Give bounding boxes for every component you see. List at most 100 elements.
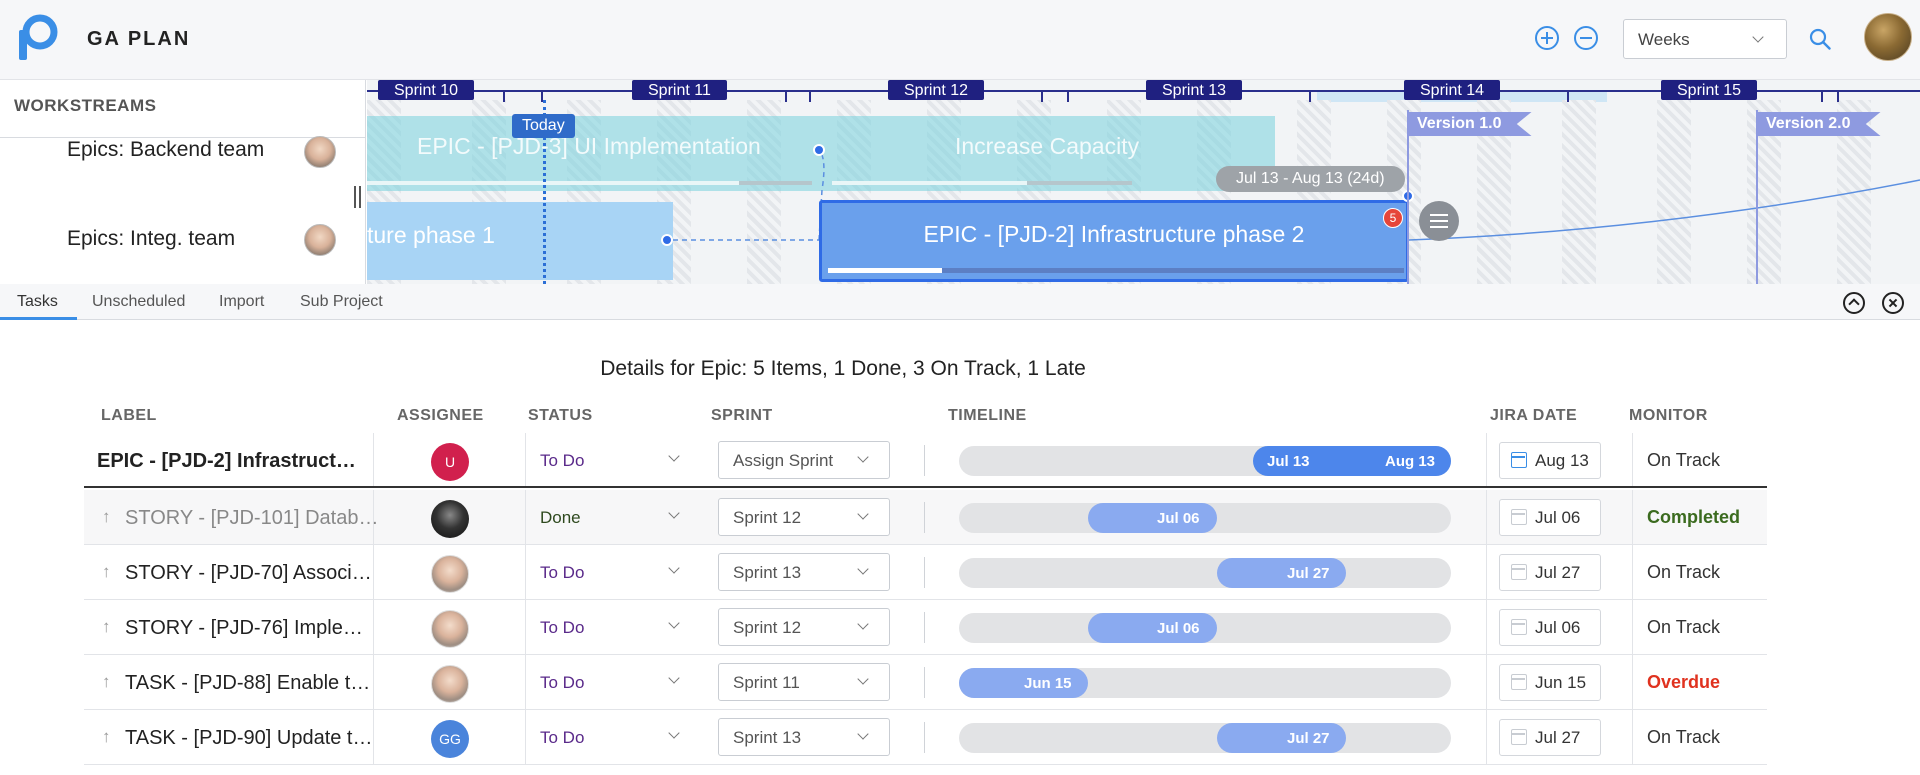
avatar[interactable]	[431, 555, 469, 593]
item-label[interactable]: EPIC - [PJD-2] Infrastruct…	[97, 450, 356, 473]
connector-dot[interactable]	[813, 144, 825, 156]
sprint-select[interactable]: Sprint 12	[718, 608, 890, 646]
status-value[interactable]: To Do	[540, 618, 584, 638]
table-row[interactable]: ↑ STORY - [PJD-101] Datab… Done Sprint 1…	[84, 490, 1767, 545]
column-header-timeline[interactable]: TIMELINE	[948, 407, 1027, 425]
table-row[interactable]: EPIC - [PJD-2] Infrastruct… U To Do Assi…	[84, 433, 1767, 488]
close-panel-icon[interactable]	[1882, 292, 1904, 314]
jira-date-field[interactable]: Jul 27	[1499, 719, 1601, 756]
avatar[interactable]	[431, 665, 469, 703]
zoom-in-icon[interactable]	[1535, 26, 1559, 50]
monitor-status: On Track	[1647, 727, 1721, 747]
table-row[interactable]: ↑ TASK - [PJD-88] Enable t… To Do Sprint…	[84, 655, 1767, 710]
sprint-select[interactable]: Sprint 13	[718, 718, 890, 756]
chevron-down-icon[interactable]	[668, 672, 680, 684]
today-badge[interactable]: Today	[512, 114, 575, 138]
divider	[924, 445, 925, 476]
timeline-bar[interactable]: Jul 06	[1088, 503, 1217, 533]
jira-date-value: Jul 27	[1535, 728, 1581, 747]
avatar[interactable]	[304, 136, 336, 168]
item-label[interactable]: STORY - [PJD-70] Associ…	[125, 562, 372, 585]
column-header-jira-date[interactable]: JIRA DATE	[1490, 407, 1577, 425]
table-row[interactable]: ↑ TASK - [PJD-90] Update t… GG To Do Spr…	[84, 710, 1767, 765]
timeline-start-label: Jul 27	[1287, 730, 1330, 747]
timeline-bar[interactable]: Jun 15	[959, 668, 1088, 698]
item-label[interactable]: STORY - [PJD-76] Imple…	[125, 617, 363, 640]
column-header-status[interactable]: STATUS	[528, 407, 593, 425]
epic-bar-infrastructure-phase-2[interactable]: EPIC - [PJD-2] Infrastructure phase 2	[819, 200, 1409, 282]
bottom-panel-tabs: Tasks Unscheduled Import Sub Project	[0, 284, 1920, 320]
avatar[interactable]	[304, 224, 336, 256]
sprint-value: Sprint 12	[733, 618, 802, 637]
timeline-bar[interactable]: Jul 13 Aug 13	[1253, 446, 1451, 476]
tab-import[interactable]: Import	[219, 293, 264, 311]
sprint-select[interactable]: Sprint 12	[718, 498, 890, 536]
chevron-down-icon[interactable]	[668, 562, 680, 574]
timescale-select[interactable]: Weeks	[1623, 19, 1787, 59]
jira-date-field[interactable]: Jul 27	[1499, 554, 1601, 591]
version-tag[interactable]: Version 2.0	[1758, 112, 1881, 136]
avatar[interactable]: GG	[431, 720, 469, 758]
connector-dot[interactable]	[661, 234, 673, 246]
status-value[interactable]: To Do	[540, 728, 584, 748]
timeline-bar[interactable]: Jul 06	[1088, 613, 1217, 643]
workstream-row-label[interactable]: Epics: Backend team	[67, 138, 264, 162]
column-header-sprint[interactable]: SPRINT	[711, 407, 773, 425]
sprint-value: Assign Sprint	[733, 451, 834, 470]
column-resize-handle[interactable]	[354, 186, 361, 208]
app-header: GA PLAN Weeks	[0, 0, 1920, 80]
child-link-icon: ↑	[102, 617, 111, 636]
calendar-icon	[1511, 564, 1527, 580]
timeline-start-label: Jul 13	[1267, 453, 1310, 470]
chevron-down-icon[interactable]	[668, 507, 680, 519]
collapse-panel-icon[interactable]	[1843, 292, 1865, 314]
chevron-down-icon[interactable]	[668, 450, 680, 462]
version-tag[interactable]: Version 1.0	[1409, 112, 1532, 136]
divider	[924, 667, 925, 698]
tab-tasks[interactable]: Tasks	[17, 293, 58, 311]
sprint-select[interactable]: Assign Sprint	[718, 441, 890, 479]
item-label[interactable]: TASK - [PJD-88] Enable t…	[125, 672, 370, 695]
timeline-track: Jul 27	[959, 558, 1451, 588]
status-value[interactable]: To Do	[540, 563, 584, 583]
avatar[interactable]	[431, 500, 469, 538]
column-header-monitor[interactable]: MONITOR	[1629, 407, 1708, 425]
timeline-bar[interactable]: Jul 27	[1217, 723, 1346, 753]
status-value[interactable]: Done	[540, 508, 581, 528]
jira-date-field[interactable]: Jul 06	[1499, 609, 1601, 646]
table-row[interactable]: ↑ STORY - [PJD-76] Imple… To Do Sprint 1…	[84, 600, 1767, 655]
column-header-assignee[interactable]: ASSIGNEE	[397, 407, 484, 425]
item-label[interactable]: TASK - [PJD-90] Update t…	[125, 727, 373, 750]
tab-sub-project[interactable]: Sub Project	[300, 293, 383, 311]
version-line	[1407, 110, 1409, 284]
avatar[interactable]: U	[431, 443, 469, 481]
tab-unscheduled[interactable]: Unscheduled	[92, 293, 185, 311]
chevron-down-icon[interactable]	[668, 727, 680, 739]
item-label[interactable]: STORY - [PJD-101] Datab…	[125, 507, 378, 530]
workstream-row-label[interactable]: Epics: Integ. team	[67, 227, 235, 251]
workstreams-column: WORKSTREAMS Epics: Backend team Epics: I…	[0, 80, 366, 284]
search-icon[interactable]	[1809, 28, 1831, 50]
jira-date-field[interactable]: Aug 13	[1499, 442, 1601, 479]
status-value[interactable]: To Do	[540, 673, 584, 693]
zoom-out-icon[interactable]	[1574, 26, 1598, 50]
column-header-label[interactable]: LABEL	[101, 407, 157, 425]
monitor-status: On Track	[1647, 562, 1721, 582]
sprint-select[interactable]: Sprint 13	[718, 553, 890, 591]
chevron-down-icon[interactable]	[668, 617, 680, 629]
logo-icon[interactable]	[16, 14, 58, 62]
list-icon[interactable]	[1419, 201, 1459, 241]
status-value[interactable]: To Do	[540, 451, 584, 471]
child-link-icon: ↑	[102, 672, 111, 691]
jira-date-field[interactable]: Jun 15	[1499, 664, 1601, 701]
sprint-value: Sprint 12	[733, 508, 802, 527]
table-row[interactable]: ↑ STORY - [PJD-70] Associ… To Do Sprint …	[84, 545, 1767, 600]
chevron-down-icon	[857, 563, 869, 575]
timeline-track: Jul 06	[959, 503, 1451, 533]
jira-date-field[interactable]: Jul 06	[1499, 499, 1601, 536]
avatar[interactable]	[431, 610, 469, 648]
user-avatar[interactable]	[1864, 13, 1912, 61]
chevron-down-icon	[857, 508, 869, 520]
sprint-select[interactable]: Sprint 11	[718, 663, 890, 701]
timeline-bar[interactable]: Jul 27	[1217, 558, 1346, 588]
